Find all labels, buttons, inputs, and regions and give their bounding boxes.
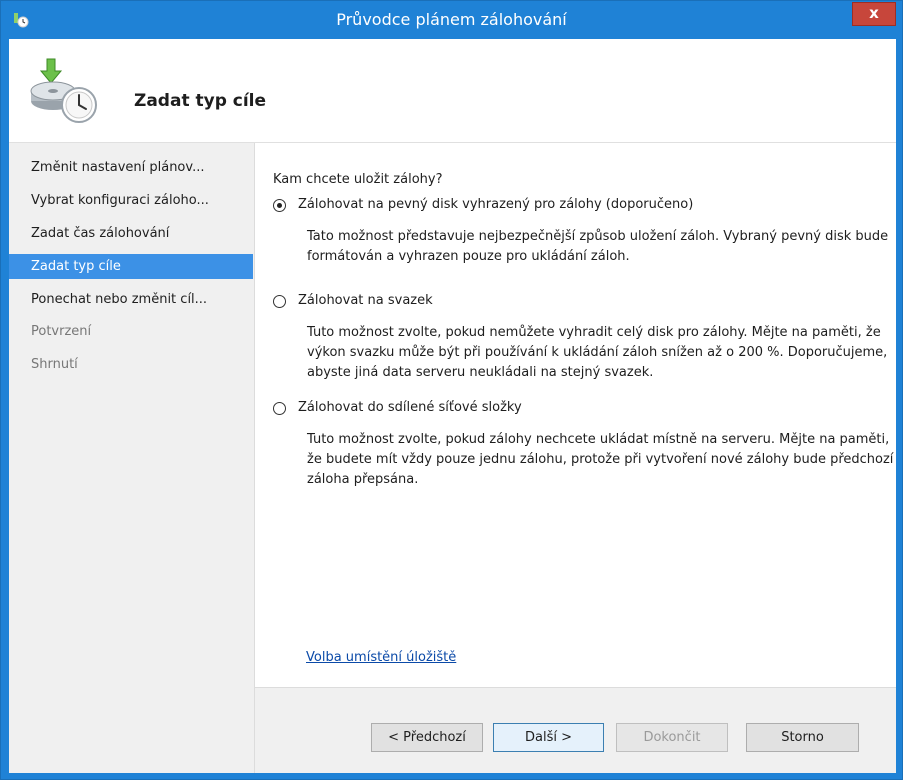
option-dedicated-disk-label[interactable]: Zálohovat na pevný disk vyhrazený pro zá… bbox=[298, 197, 693, 212]
radio-volume[interactable] bbox=[273, 295, 286, 308]
destination-question: Kam chcete uložit zálohy? bbox=[273, 172, 443, 187]
window-title: Průvodce plánem zálohování bbox=[336, 10, 567, 29]
sidebar-item-potvrzeni: Potvrzení bbox=[31, 324, 92, 339]
finish-button: Dokončit bbox=[616, 723, 728, 752]
wizard-client-area: Zadat typ cíle Změnit nastavení plánov..… bbox=[9, 39, 896, 773]
sidebar-item-zadat-typ-cile[interactable]: Zadat typ cíle bbox=[9, 254, 253, 279]
option-network-share[interactable]: Zálohovat do sdílené síťové složky Tuto … bbox=[273, 400, 893, 500]
wizard-window: Průvodce plánem zálohování x Zadat typ c… bbox=[0, 0, 903, 780]
sidebar-item-ponechat-cil[interactable]: Ponechat nebo změnit cíl... bbox=[9, 287, 253, 312]
radio-dedicated-disk[interactable] bbox=[273, 199, 286, 212]
title-bar[interactable]: Průvodce plánem zálohování x bbox=[1, 1, 902, 39]
sidebar-item-zmenit-nastaveni[interactable]: Změnit nastavení plánov... bbox=[9, 155, 253, 180]
sidebar-item-vybrat-konfiguraci[interactable]: Vybrat konfiguraci záloho... bbox=[9, 188, 253, 213]
option-network-share-description: Tuto možnost zvolte, pokud zálohy nechce… bbox=[307, 432, 894, 487]
sidebar-item-shrnuti: Shrnutí bbox=[31, 357, 78, 372]
close-button[interactable]: x bbox=[852, 2, 896, 26]
sidebar-item-zadat-cas[interactable]: Zadat čas zálohování bbox=[9, 221, 253, 246]
storage-location-link[interactable]: Volba umístění úložiště bbox=[306, 650, 456, 665]
backup-disk-clock-icon bbox=[30, 58, 97, 123]
option-volume[interactable]: Zálohovat na svazek Tuto možnost zvolte,… bbox=[273, 293, 887, 393]
wizard-steps-sidebar: Změnit nastavení plánov... Vybrat konfig… bbox=[9, 143, 255, 773]
next-button[interactable]: Další > bbox=[493, 723, 604, 752]
back-button[interactable]: < Předchozí bbox=[371, 723, 483, 752]
option-volume-description: Tuto možnost zvolte, pokud nemůžete vyhr… bbox=[307, 325, 888, 380]
option-dedicated-disk[interactable]: Zálohovat na pevný disk vyhrazený pro zá… bbox=[273, 197, 888, 277]
wizard-header: Zadat typ cíle bbox=[9, 39, 896, 143]
page-title: Zadat typ cíle bbox=[134, 91, 267, 111]
cancel-button[interactable]: Storno bbox=[746, 723, 859, 752]
option-network-share-label[interactable]: Zálohovat do sdílené síťové složky bbox=[298, 400, 522, 415]
option-dedicated-disk-description: Tato možnost představuje nejbezpečnější … bbox=[307, 229, 889, 264]
wizard-footer: < Předchozí Další > Dokončit Storno bbox=[255, 687, 896, 773]
radio-network-share[interactable] bbox=[273, 402, 286, 415]
wizard-content: Kam chcete uložit zálohy? Zálohovat na p… bbox=[255, 143, 896, 687]
option-volume-label[interactable]: Zálohovat na svazek bbox=[298, 293, 433, 308]
